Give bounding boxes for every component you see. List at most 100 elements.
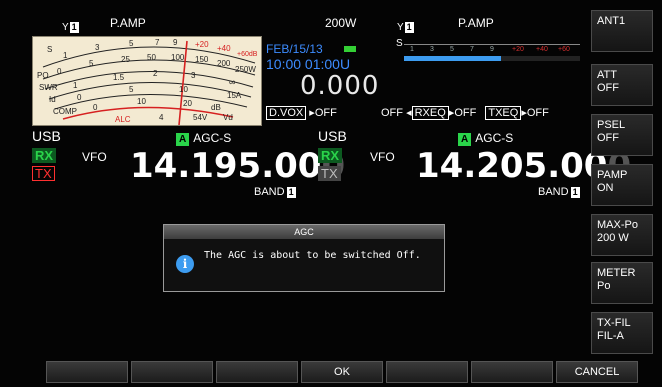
tx-fil-button[interactable]: TX-FIL FIL-A	[591, 312, 653, 354]
meter-tick: 1	[63, 51, 68, 60]
dvox-value: OFF	[314, 107, 337, 119]
date-display: FEB/15/13	[266, 42, 323, 56]
meter-tick: 3	[191, 71, 196, 80]
band-number: 1	[570, 187, 580, 198]
dialog-message: The AGC is about to be switched Off.	[204, 250, 421, 261]
pamp-button[interactable]: PAMP ON	[591, 164, 653, 206]
meter-label-alc: ALC	[115, 115, 131, 124]
band-main: BAND 1	[254, 186, 296, 198]
dialog-title: AGC	[164, 225, 444, 239]
meter-tick: 54V	[193, 113, 208, 122]
meter-tick: 100	[171, 53, 185, 62]
button-sublabel: FIL-A	[597, 330, 624, 342]
meter-tick: 2	[153, 69, 158, 78]
txeq-label: TXEQ	[485, 106, 522, 120]
button-label: ATT	[597, 69, 617, 81]
f6-button[interactable]	[471, 361, 553, 383]
ok-button[interactable]: OK	[301, 361, 383, 383]
max-po-button[interactable]: MAX-Po 200 W	[591, 214, 653, 256]
button-label: MAX-Po	[597, 219, 638, 231]
bar-tick: +60	[558, 46, 570, 53]
bar-tick: 3	[430, 46, 434, 53]
meter-tick: 5	[129, 39, 134, 48]
vfo-label-main: VFO	[82, 150, 107, 164]
f3-button[interactable]	[216, 361, 298, 383]
meter-tick: 7	[155, 38, 160, 47]
meter-tick: 200	[217, 59, 231, 68]
f2-button[interactable]	[131, 361, 213, 383]
bar-tick: +20	[512, 46, 524, 53]
eq-status: OFF ◂ RXEQ ▸OFF TXEQ ▸OFF	[381, 106, 549, 120]
bar-meter-label: S	[396, 38, 403, 49]
band-number: 1	[286, 187, 296, 198]
meter-tick: 3	[95, 43, 100, 52]
meter-tick: dB	[211, 103, 221, 112]
ant1-button[interactable]: ANT1	[591, 10, 653, 52]
meter-tick: 15A	[227, 91, 242, 100]
meter-tick: +20	[195, 40, 209, 49]
antenna-status-sub: Y1	[397, 17, 414, 35]
meter-tick: 4	[159, 113, 164, 122]
dvox-status: D.VOX ▸OFF	[266, 106, 337, 120]
mode-main: USB	[32, 128, 61, 144]
frequency-digits: 14.205.00	[416, 146, 608, 186]
meter-tick: 150	[195, 55, 209, 64]
button-label: PAMP	[597, 169, 628, 181]
info-icon: i	[176, 255, 194, 273]
button-sublabel: ON	[597, 182, 614, 194]
meter-tick: 20	[183, 99, 192, 108]
time-display: 10:00 01:00U	[266, 56, 351, 72]
txeq-value: OFF	[526, 107, 549, 119]
pamp-label-main: P.AMP	[110, 16, 146, 30]
antenna-status-main: Y1	[62, 17, 79, 35]
cancel-button[interactable]: CANCEL	[556, 361, 638, 383]
radio-screen: Y1 P.AMP 200W Y1 P.AMP S PO SWR Id COMP …	[0, 0, 662, 387]
agc-sub: A AGC-S	[458, 129, 513, 147]
antenna-icon: Y	[397, 22, 404, 33]
button-sublabel: 200 W	[597, 232, 629, 244]
button-sublabel: Po	[597, 280, 611, 292]
meter-tick: 10	[137, 97, 146, 106]
agc-dialog: AGC i The AGC is about to be switched Of…	[163, 224, 445, 292]
bar-tick: 7	[470, 46, 474, 53]
meter-label-s: S	[47, 45, 53, 54]
rxeq-label: RXEQ	[411, 106, 449, 120]
f1-button[interactable]	[46, 361, 128, 383]
meter-tick: Vd	[223, 113, 233, 122]
f5-button[interactable]	[386, 361, 468, 383]
agc-main: A AGC-S	[176, 129, 231, 147]
power-label: 200W	[325, 16, 357, 30]
meter-tick: 250W	[235, 65, 256, 74]
bar-meter-fill	[404, 56, 501, 61]
dialog-body: i The AGC is about to be switched Off.	[164, 239, 444, 291]
att-button[interactable]: ATT OFF	[591, 64, 653, 106]
agc-badge: A	[458, 133, 472, 146]
band-label: BAND	[538, 186, 569, 198]
meter-button[interactable]: METER Po	[591, 262, 653, 304]
meter-tick: 50	[147, 53, 156, 62]
meter-tick: 9	[173, 38, 178, 47]
meter-label-po: PO	[37, 71, 49, 80]
psel-button[interactable]: PSEL OFF	[591, 114, 653, 156]
antenna-number: 1	[69, 22, 79, 33]
meter-tick: 5	[89, 59, 94, 68]
meter-label-id: Id	[49, 95, 56, 104]
meter-tick: 0	[77, 93, 82, 102]
agc-text: AGC-S	[193, 131, 232, 145]
agc-text: AGC-S	[475, 131, 514, 145]
meter-tick: 0	[57, 67, 62, 76]
tx-indicator-main: TX	[32, 166, 55, 181]
meter-tick: 1	[73, 81, 78, 90]
band-label: BAND	[254, 186, 285, 198]
button-label: TX-FIL	[597, 317, 631, 329]
bar-meter-axis	[404, 44, 580, 45]
analog-meter: S PO SWR Id COMP ALC 1 3 5 7 9 +20 +40 +…	[32, 36, 262, 126]
antenna-number: 1	[404, 22, 414, 33]
rxeq-value: OFF	[454, 107, 477, 119]
bar-meter: S 1 3 5 7 9 +20 +40 +60	[396, 38, 582, 68]
eq-off-left: OFF	[381, 107, 403, 119]
bar-tick: 1	[410, 46, 414, 53]
meter-tick: 10	[179, 85, 188, 94]
button-label: PSEL	[597, 119, 626, 131]
antenna-icon: Y	[62, 22, 69, 33]
